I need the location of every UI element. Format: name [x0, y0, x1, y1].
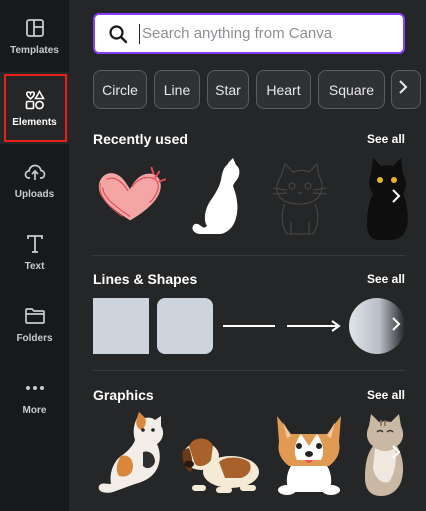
arrow-line-thumbnail[interactable]: [285, 298, 343, 354]
more-icon: [24, 377, 46, 399]
suggestion-chips: Circle Line Star Heart Square: [93, 70, 426, 110]
cat-sketch-thumbnail[interactable]: [269, 156, 331, 240]
square-shape-thumbnail[interactable]: [93, 298, 149, 354]
section-divider: [93, 255, 405, 256]
rail-label: Folders: [16, 332, 53, 344]
recently-used-row: [93, 156, 408, 242]
chips-scroll-next[interactable]: [391, 70, 421, 109]
rail-label: Text: [24, 260, 45, 272]
see-all-lines-shapes[interactable]: See all: [367, 272, 405, 286]
chip-line[interactable]: Line: [154, 70, 200, 109]
search-box[interactable]: [93, 13, 405, 54]
rounded-square-shape-thumbnail[interactable]: [157, 298, 213, 354]
rail-item-templates[interactable]: Templates: [0, 0, 69, 72]
heart-doodle-thumbnail[interactable]: [93, 156, 171, 236]
folder-icon: [24, 305, 46, 327]
lines-shapes-row: [93, 298, 405, 354]
section-title-graphics: Graphics: [93, 387, 154, 403]
line-thumbnail[interactable]: [221, 298, 277, 354]
white-cat-thumbnail[interactable]: [189, 156, 253, 240]
chip-heart[interactable]: Heart: [256, 70, 311, 109]
rail-label: Uploads: [14, 188, 55, 200]
chip-star[interactable]: Star: [207, 70, 249, 109]
rail-item-text[interactable]: Text: [0, 216, 69, 288]
text-icon: [24, 233, 46, 255]
chip-square[interactable]: Square: [318, 70, 385, 109]
section-divider: [93, 370, 405, 371]
search-input[interactable]: [142, 25, 392, 42]
elements-icon: [24, 89, 46, 111]
chevron-right-icon: [391, 444, 401, 465]
rail-label: Elements: [12, 116, 57, 128]
graphics-scroll-next[interactable]: [385, 432, 407, 476]
rail-label: Templates: [10, 44, 59, 56]
chevron-right-icon: [391, 188, 401, 209]
recently-used-scroll-next[interactable]: [385, 176, 407, 220]
calico-cat-graphic[interactable]: [93, 412, 171, 496]
left-rail: Templates Elements Uploads Text Folders …: [0, 0, 69, 511]
graphics-row: [93, 412, 405, 496]
section-title-lines-shapes: Lines & Shapes: [93, 271, 198, 287]
chevron-right-icon: [391, 316, 401, 337]
corgi-dog-graphic[interactable]: [269, 412, 349, 496]
beagle-dog-graphic[interactable]: [179, 426, 263, 496]
rail-item-uploads[interactable]: Uploads: [0, 144, 69, 216]
elements-panel: Circle Line Star Heart Square Recently u…: [69, 0, 426, 511]
text-caret: [139, 23, 140, 44]
chevron-right-icon: [398, 79, 408, 100]
rail-item-folders[interactable]: Folders: [0, 288, 69, 360]
section-title-recently-used: Recently used: [93, 131, 188, 147]
rail-item-more[interactable]: More: [0, 360, 69, 432]
rail-label: More: [22, 404, 47, 416]
templates-icon: [24, 17, 46, 39]
rail-item-elements[interactable]: Elements: [0, 72, 69, 144]
lines-shapes-scroll-next[interactable]: [385, 304, 407, 348]
see-all-graphics[interactable]: See all: [367, 388, 405, 402]
uploads-icon: [24, 161, 46, 183]
chip-circle[interactable]: Circle: [93, 70, 147, 109]
see-all-recently-used[interactable]: See all: [367, 132, 405, 146]
search-icon: [107, 23, 129, 45]
